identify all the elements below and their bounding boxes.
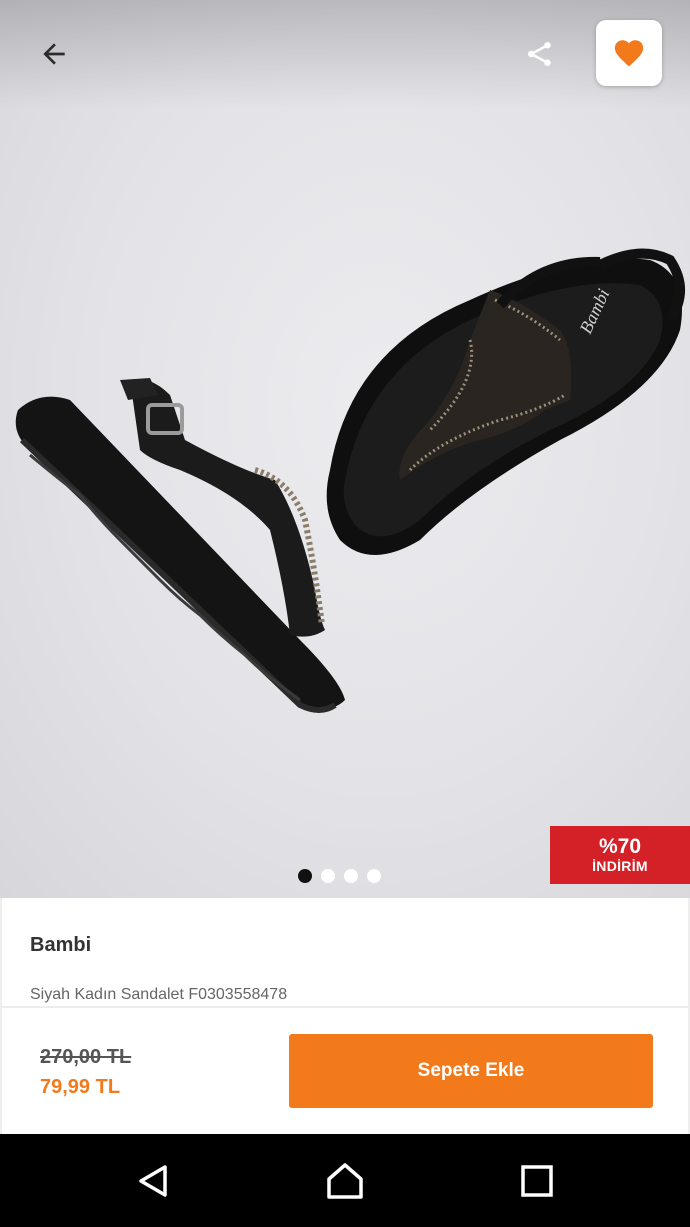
system-navigation-bar (0, 1134, 690, 1227)
favorite-button[interactable] (596, 20, 662, 86)
system-home-button[interactable] (320, 1156, 370, 1206)
home-icon (327, 1163, 363, 1199)
add-to-cart-button[interactable]: Sepete Ekle (289, 1034, 653, 1108)
heart-icon (614, 40, 644, 67)
product-image-gallery[interactable]: Bambi %70 İNDİRİM (0, 0, 690, 898)
product-photo: Bambi (15, 248, 685, 713)
pagination-dot[interactable] (321, 869, 335, 883)
triangle-back-icon (139, 1165, 167, 1197)
top-gradient (0, 0, 690, 110)
discount-percent: %70 (598, 835, 642, 858)
sale-price: 79,99 TL (40, 1076, 121, 1098)
gallery-pagination (298, 869, 381, 883)
share-button[interactable] (514, 28, 566, 80)
back-button[interactable] (28, 28, 80, 80)
square-recents-icon (521, 1165, 553, 1197)
product-brand[interactable]: Bambi (30, 934, 91, 957)
purchase-bar: 270,00 TL 79,99 TL Sepete Ekle (0, 1006, 690, 1134)
discount-badge: %70 İNDİRİM (550, 826, 690, 884)
old-price: 270,00 TL (40, 1046, 132, 1068)
system-recents-button[interactable] (512, 1156, 562, 1206)
system-back-button[interactable] (128, 1156, 178, 1206)
pagination-dot[interactable] (367, 869, 381, 883)
product-name: Siyah Kadın Sandalet F0303558478 (30, 986, 288, 1003)
pagination-dot[interactable] (344, 869, 358, 883)
product-info-panel: Bambi Siyah Kadın Sandalet F0303558478 (0, 898, 690, 1006)
pagination-dot-active[interactable] (298, 869, 312, 883)
arrow-left-icon (43, 43, 65, 65)
share-icon (528, 42, 551, 66)
discount-label: İNDİRİM (592, 858, 648, 874)
